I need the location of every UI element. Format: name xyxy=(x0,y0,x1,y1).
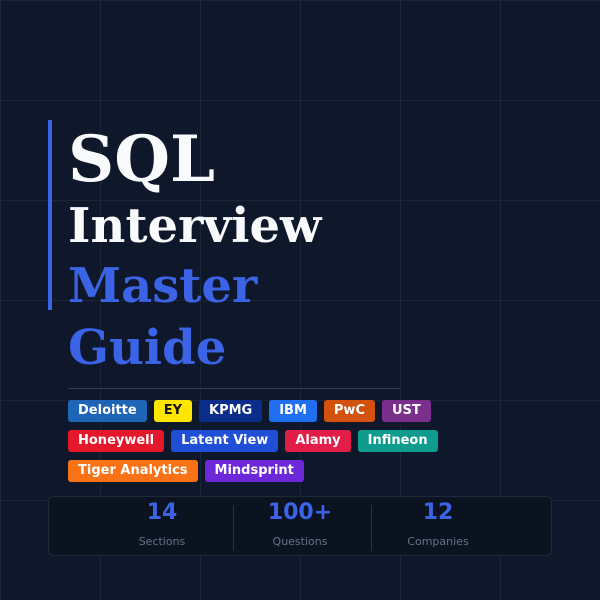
company-tag-infineon: Infineon xyxy=(357,430,438,452)
stat-label: Sections xyxy=(138,535,186,548)
company-tag-honeywell: Honeywell xyxy=(68,430,165,452)
title-line-interview: Interview xyxy=(68,198,322,254)
company-tag-ibm: IBM xyxy=(269,400,317,422)
stat-label: Questions xyxy=(272,535,328,548)
page-title: SQL Interview Master Guide xyxy=(68,128,321,384)
accent-bar xyxy=(48,120,52,310)
company-tag-row: Honeywell Latent View Alamy Infineon xyxy=(68,430,448,452)
company-tag-row: Deloitte EY KPMG IBM PwC UST xyxy=(68,400,448,422)
company-tags: Deloitte EY KPMG IBM PwC UST Honeywell Latent V… xyxy=(68,400,448,490)
company-tag-tiger-analytics: Tiger Analytics xyxy=(68,460,198,482)
company-tag-mindsprint: Mindsprint xyxy=(204,460,304,482)
stat-sections: 14 Sections xyxy=(93,497,231,557)
stat-value: 12 xyxy=(422,500,454,525)
stat-label: Companies xyxy=(407,535,469,548)
title-divider xyxy=(68,388,400,389)
company-tag-ust: UST xyxy=(381,400,431,422)
company-tag-latent-view: Latent View xyxy=(171,430,279,452)
company-tag-deloitte: Deloitte xyxy=(68,400,147,422)
stat-companies: 12 Companies xyxy=(369,497,507,557)
company-tag-pwc: PwC xyxy=(323,400,375,422)
company-tag-row: Tiger Analytics Mindsprint xyxy=(68,460,448,482)
title-line-master: Master xyxy=(68,258,258,314)
stat-questions: 100+ Questions xyxy=(231,497,369,557)
title-line-guide: Guide xyxy=(68,320,227,376)
stat-value: 14 xyxy=(146,500,178,525)
stat-value: 100+ xyxy=(267,500,333,525)
company-tag-alamy: Alamy xyxy=(285,430,351,452)
company-tag-kpmg: KPMG xyxy=(199,400,263,422)
company-tag-ey: EY xyxy=(153,400,192,422)
title-line-sql: SQL xyxy=(68,122,215,197)
stats-panel: 14 Sections 100+ Questions 12 Companies xyxy=(48,496,552,556)
